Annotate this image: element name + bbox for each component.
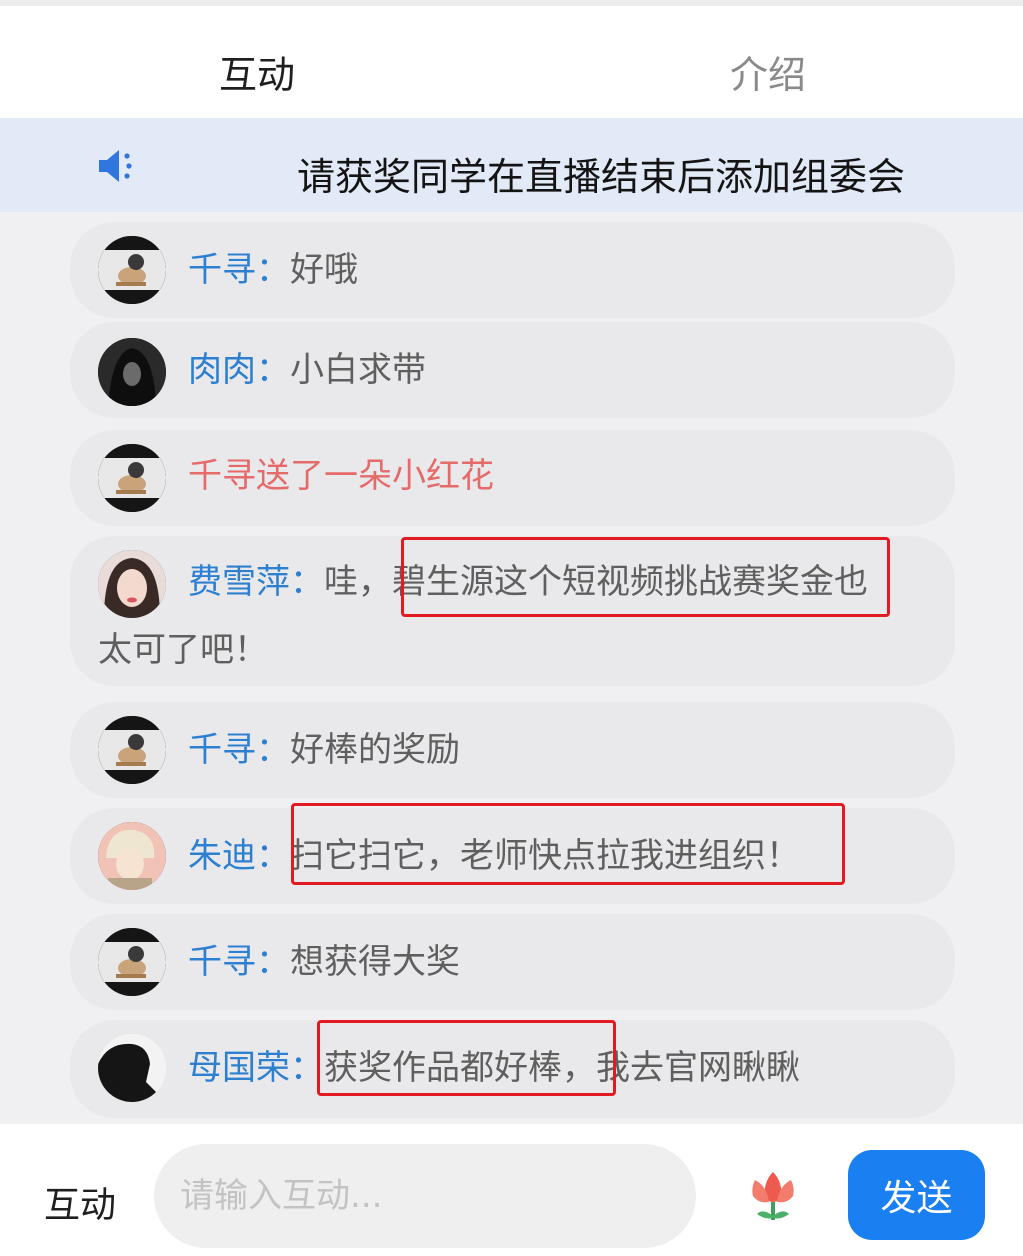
chat-message: 千寻送了一朵小红花 xyxy=(70,430,955,526)
notice-text: 请获奖同学在直播结束后添加组委会 xyxy=(297,155,906,194)
message-text-continued: 太可了吧！ xyxy=(98,630,268,670)
silhouette-avatar[interactable] xyxy=(98,1034,166,1102)
highlight-box xyxy=(317,1020,616,1096)
tab-interact[interactable]: 互动 xyxy=(219,44,295,99)
flower-icon[interactable] xyxy=(747,1168,799,1224)
notice-banner: 请获奖同学在直播结束后添加组委会 xyxy=(0,118,1023,212)
message-text: 想获得大奖 xyxy=(290,942,460,982)
message-text-tail: 我去官网瞅瞅 xyxy=(596,1048,800,1088)
chat-message: 千寻：好哦 xyxy=(70,222,955,318)
dark-hair-avatar[interactable] xyxy=(98,338,166,406)
chat-message: 千寻：想获得大奖 xyxy=(70,914,955,1010)
message-author[interactable]: 母国荣： xyxy=(188,1048,324,1088)
gift-notice: 千寻送了一朵小红花 xyxy=(188,456,494,496)
message-text: 好棒的奖励 xyxy=(290,730,460,770)
interact-label: 互动 xyxy=(44,1185,117,1226)
message-author[interactable]: 千寻： xyxy=(188,942,290,982)
message-text: 好哦 xyxy=(290,250,358,290)
chat-list: 千寻：好哦 肉肉：小白求带 千寻送了一朵小红花 费雪萍：哇，碧生源这个短视频挑战… xyxy=(0,212,1023,1124)
anime-boy-avatar[interactable] xyxy=(98,822,166,890)
highlight-box xyxy=(291,803,845,885)
penguin-avatar[interactable] xyxy=(98,928,166,996)
speaker-icon xyxy=(99,150,132,182)
message-author[interactable]: 千寻： xyxy=(188,730,290,770)
message-text: 哇， xyxy=(324,562,392,602)
penguin-avatar[interactable] xyxy=(98,236,166,304)
tab-bar: 互动 介绍 xyxy=(0,0,1023,124)
penguin-avatar[interactable] xyxy=(98,444,166,512)
message-author[interactable]: 千寻： xyxy=(188,250,290,290)
chat-input[interactable] xyxy=(154,1144,696,1248)
send-button[interactable]: 发送 xyxy=(848,1150,985,1240)
message-author[interactable]: 朱迪： xyxy=(188,836,290,876)
message-author[interactable]: 费雪萍： xyxy=(188,562,324,602)
highlight-box xyxy=(401,537,890,617)
message-text: 小白求带 xyxy=(290,350,426,390)
girl-avatar[interactable] xyxy=(98,550,166,618)
tab-intro[interactable]: 介绍 xyxy=(730,44,806,99)
input-bar: 互动 发送 xyxy=(0,1124,1023,1256)
chat-message: 肉肉：小白求带 xyxy=(70,322,955,418)
message-author[interactable]: 肉肉： xyxy=(188,350,290,390)
penguin-avatar[interactable] xyxy=(98,716,166,784)
chat-message: 千寻：好棒的奖励 xyxy=(70,702,955,798)
